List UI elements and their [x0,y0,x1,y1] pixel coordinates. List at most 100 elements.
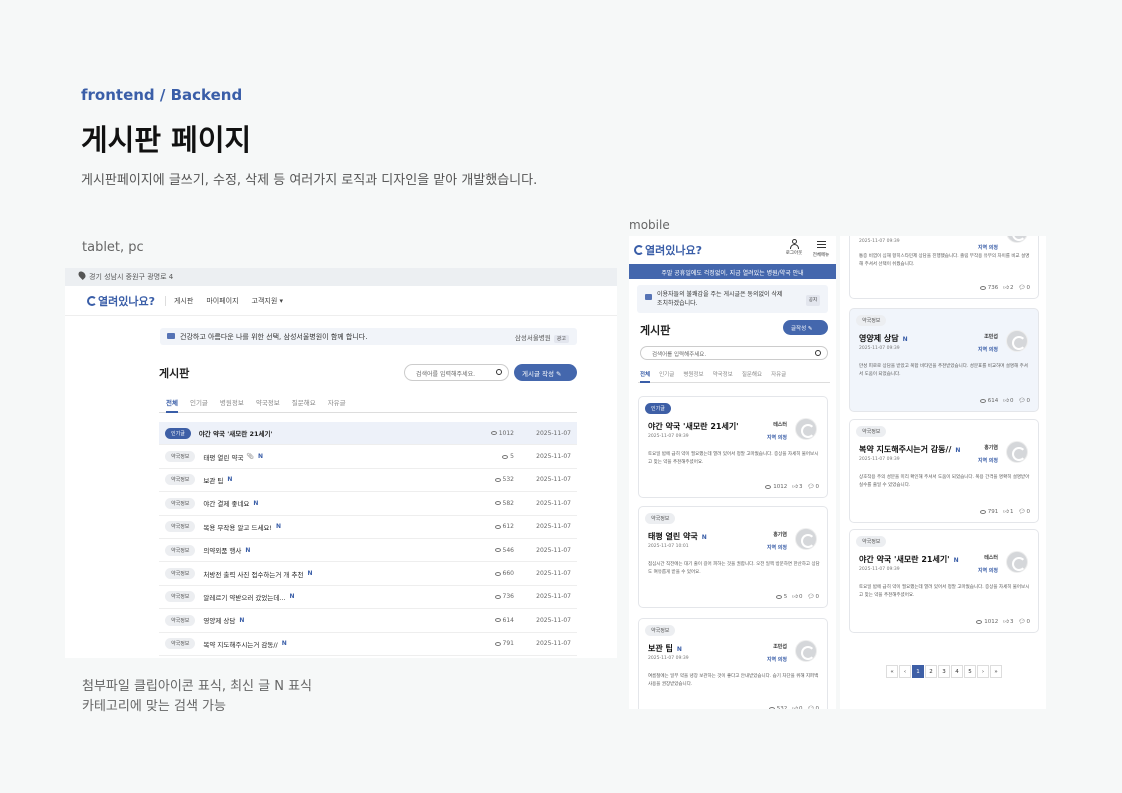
page-button[interactable]: « [886,665,898,678]
author-name: 홍기염 [773,532,787,538]
tab-free[interactable]: 자유글 [328,394,346,412]
menu-support[interactable]: 고객지원 ▾ [252,296,284,306]
category-chip: 약국정보 [165,451,196,463]
post-list: 인기글 야간 약국 '새모란 21세기' 1012 2025-11-07 약국정보 태평 … [159,422,577,656]
write-post-button[interactable]: 글작성 ✎ [783,320,828,335]
notice-bar[interactable]: 주말 공휴일에도 걱정없이, 지금 열려있는 병원/약국 안내 [629,264,836,279]
post-card[interactable]: 약국정보 보관 팁 N 2025-11-07 09:39 조민섭 지역 의정 여름철에는 일… [638,618,828,709]
post-title-text: 야간 약국 '새모란 21세기' [859,555,950,564]
post-date: 2025-11-07 [536,570,571,578]
post-card[interactable]: 약국정보 영양제 상담 N 2025-11-07 09:39 조민섭 지역 의정 만성 피로… [849,308,1039,412]
new-badge: N [245,546,251,554]
views: 612 [502,523,514,531]
views: 1012 [984,619,999,625]
logout-button[interactable]: 로그아웃 [783,239,805,256]
page-button[interactable]: » [990,665,1002,678]
views-icon [494,594,501,599]
tab-hospital[interactable]: 병원정보 [220,394,244,412]
tab-question[interactable]: 질문해요 [742,366,762,382]
page-button[interactable]: ‹ [899,665,911,678]
post-excerpt: 토요일 밤에 급히 약이 필요했는데 열려 있어서 정말 고마웠습니다. 증상을… [648,452,819,465]
site-logo[interactable]: 열려있나요? [634,242,702,258]
site-logo[interactable]: 열려있나요? [87,293,155,309]
mobile-label: mobile [629,218,670,232]
page-button[interactable]: › [977,665,989,678]
table-row[interactable]: 약국정보 알레르기 약받으러 갔었는데... N 736 2025-11-07 [159,586,577,610]
page-description: 게시판페이지에 글쓰기, 수정, 삭제 등 여러가지 로직과 디자인을 맡아 개… [81,173,538,188]
views-icon [979,398,986,403]
comments: 0 [1026,285,1031,291]
write-post-button[interactable]: 게시글 작성 ✎ [514,364,577,381]
comments-icon: 💬︎ [807,594,815,600]
menu-button[interactable]: 전체메뉴 [810,239,832,258]
comments: 0 [1026,619,1031,625]
table-row[interactable]: 약국정보 태평 열린 약국 📎︎ N 5 2025-11-07 [159,445,577,469]
logo-mark-icon [634,245,644,255]
notice-banner[interactable]: 이용자들의 불쾌감을 주는 게시글은 동의없이 삭제 조치하겠습니다. 공지 [637,285,828,313]
comments: 0 [1026,509,1031,515]
footer-notes: 첨부파일 클립아이콘 표식, 최신 글 N 표식 카테고리에 맞는 검색 가능 [82,677,312,717]
table-row[interactable]: 약국정보 처방전 출력 사진 접수하는거 개 추천 N 660 2025-11-07 [159,562,577,586]
category-chip: 약국정보 [165,544,196,556]
post-date: 2025-11-07 [536,429,571,437]
search-input[interactable]: 검색어를 입력해주세요. [404,364,509,381]
likes: 0 [799,706,803,709]
tab-all[interactable]: 전체 [166,394,178,413]
tablet-label: tablet, pc [82,240,144,255]
tab-pharmacy[interactable]: 약국정보 [256,394,280,412]
author-badge: 지역 의정 [977,245,998,251]
post-date: 2025-11-07 [536,616,571,624]
category-chip: 약국정보 [165,614,196,626]
page-button[interactable]: 3 [938,665,950,678]
menu-mypage[interactable]: 마이페이지 [206,296,238,306]
post-title: 의약외품 행사 [203,547,242,556]
post-date: 2025-11-07 09:39 [648,434,689,439]
table-row[interactable]: 약국정보 야간 결제 좋네요 N 582 2025-11-07 [159,492,577,516]
post-card[interactable]: 인기글 야간 약국 '새모란 21세기' 2025-11-07 09:39 테스터 지역… [638,396,828,498]
post-stats: 791 👍︎1 💬︎0 [975,509,1030,515]
post-date: 2025-11-07 09:39 [859,457,900,462]
tab-question[interactable]: 질문해요 [292,394,316,412]
menu-board[interactable]: 게시판 [174,296,193,306]
tab-popular[interactable]: 인기글 [659,366,674,382]
tab-pharmacy[interactable]: 약국정보 [713,366,733,382]
post-card[interactable]: 2025-11-07 09:39 지역 의정 통증 비염이 심해 항히스타민제 … [849,236,1039,299]
page-button[interactable]: 5 [964,665,976,678]
hamburger-icon [816,241,826,251]
table-row[interactable]: 약국정보 보관 팁 N 532 2025-11-07 [159,469,577,493]
table-row[interactable]: 약국정보 의약외품 행사 N 546 2025-11-07 [159,539,577,563]
post-stats: 1012 👍︎3 💬︎0 [971,619,1030,625]
post-date: 2025-11-07 [536,476,571,484]
page-button[interactable]: 2 [925,665,937,678]
ad-banner[interactable]: 건강하고 아름다운 나를 위한 선택, 삼성서울병원이 함께 합니다. 삼성서울… [160,328,577,345]
likes: 0 [1010,398,1014,404]
likes: 3 [1010,619,1014,625]
post-date: 2025-11-07 09:39 [648,656,689,661]
new-badge: N [239,616,245,624]
post-excerpt: 토요일 밤에 급히 약이 필요했는데 열려 있어서 정말 고마웠습니다. 증상을… [859,585,1030,598]
post-title: 복약 지도해주시는거 감동// [203,640,278,649]
table-row[interactable]: 약국정보 영양제 상담 N 614 2025-11-07 [159,609,577,633]
category-chip: 약국정보 [165,591,196,603]
table-row[interactable]: 약국정보 복약 지도해주시는거 감동//N 791 2025-11-07 [159,633,577,656]
page-button[interactable]: 4 [951,665,963,678]
search-icon[interactable] [496,369,502,375]
new-badge: N [276,523,282,531]
search-input[interactable]: 검색어를 입력해주세요. [640,346,828,360]
tab-popular[interactable]: 인기글 [190,394,208,412]
search-icon[interactable] [815,350,821,356]
table-row[interactable]: 인기글 야간 약국 '새모란 21세기' 1012 2025-11-07 [159,422,577,446]
author-name: 조민섭 [984,334,998,340]
view-count: 1012 [490,430,514,437]
post-card[interactable]: 약국정보 태평 열린 약국 N 2025-11-07 10:01 홍기염 지역 의정 점심시… [638,506,828,608]
table-row[interactable]: 약국정보 복용 무작용 알고 드세요! N 612 2025-11-07 [159,516,577,539]
post-card[interactable]: 약국정보 복약 지도해주시는거 감동//N 2025-11-07 09:39 홍기염 지… [849,419,1039,523]
post-card[interactable]: 약국정보 야간 약국 '새모란 21세기' N 2025-11-07 09:39 테스터… [849,529,1039,633]
page-button[interactable]: 1 [912,665,924,678]
tab-all[interactable]: 전체 [640,366,651,383]
tab-hospital[interactable]: 병원정보 [683,366,703,382]
view-count: 660 [494,570,514,577]
tab-free[interactable]: 자유글 [771,366,786,382]
post-date: 2025-11-07 [536,499,571,507]
new-badge: N [955,447,961,454]
